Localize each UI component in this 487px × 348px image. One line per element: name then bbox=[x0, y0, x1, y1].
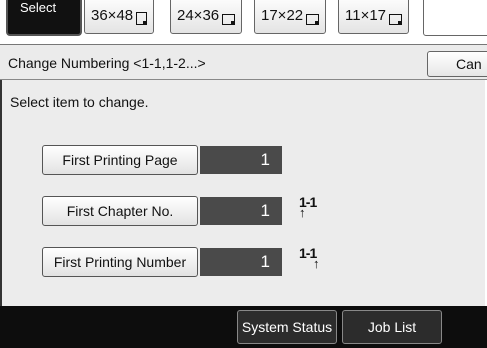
system-status-label: System Status bbox=[241, 319, 333, 335]
paper-size-label: 24×36 bbox=[177, 7, 220, 24]
job-list-label: Job List bbox=[367, 319, 417, 335]
cancel-button-label: Can bbox=[456, 56, 482, 72]
first-printing-page-button[interactable]: First Printing Page bbox=[42, 145, 198, 175]
paper-size-label: 17×22 bbox=[261, 7, 304, 24]
page-corner-icon bbox=[222, 14, 236, 25]
select-button[interactable]: Select bbox=[6, 0, 82, 36]
instruction-text: Select item to change. bbox=[10, 94, 149, 110]
paper-size-button-11x17[interactable]: 11×17 bbox=[338, 0, 410, 34]
arrow-up-icon: ↑ bbox=[299, 205, 306, 220]
row-label: First Printing Number bbox=[53, 254, 187, 270]
first-printing-number-button[interactable]: First Printing Number bbox=[42, 247, 198, 277]
page-corner-icon bbox=[389, 14, 403, 25]
first-printing-page-value: 1 bbox=[200, 146, 282, 174]
cancel-button[interactable]: Can bbox=[427, 51, 487, 77]
page-corner-icon bbox=[136, 12, 148, 25]
arrow-up-icon: ↑ bbox=[313, 256, 320, 271]
job-list-button[interactable]: Job List bbox=[342, 310, 442, 344]
dialog-title: Change Numbering <1-1,1-2...> bbox=[8, 55, 206, 71]
paper-size-bar: Select 36×48 24×36 17×22 11×17 bbox=[0, 0, 487, 42]
main-panel: Select item to change. First Printing Pa… bbox=[0, 80, 485, 306]
row-label: First Printing Page bbox=[62, 152, 178, 168]
printing-numbering-icon: 1-1 ↑ bbox=[299, 245, 329, 279]
first-chapter-no-value: 1 bbox=[200, 197, 282, 225]
paper-size-button-24x36[interactable]: 24×36 bbox=[170, 0, 243, 34]
first-chapter-no-button[interactable]: First Chapter No. bbox=[42, 196, 198, 226]
paper-size-button-more[interactable] bbox=[423, 0, 487, 36]
system-status-button[interactable]: System Status bbox=[237, 310, 337, 344]
select-button-label: Select bbox=[20, 0, 57, 15]
paper-size-label: 36×48 bbox=[91, 7, 134, 24]
status-bar: System Status Job List bbox=[0, 306, 487, 348]
paper-size-button-36x48[interactable]: 36×48 bbox=[84, 0, 155, 34]
row-label: First Chapter No. bbox=[66, 203, 174, 219]
paper-size-label: 11×17 bbox=[345, 7, 387, 24]
dialog-header: Change Numbering <1-1,1-2...> Can bbox=[0, 44, 487, 80]
first-printing-number-value: 1 bbox=[200, 248, 282, 276]
page-corner-icon bbox=[306, 14, 320, 25]
chapter-numbering-icon: 1-1 ↑ bbox=[299, 194, 329, 228]
paper-size-button-17x22[interactable]: 17×22 bbox=[254, 0, 327, 34]
screen: Select 36×48 24×36 17×22 11×17 Change Nu… bbox=[0, 0, 487, 348]
